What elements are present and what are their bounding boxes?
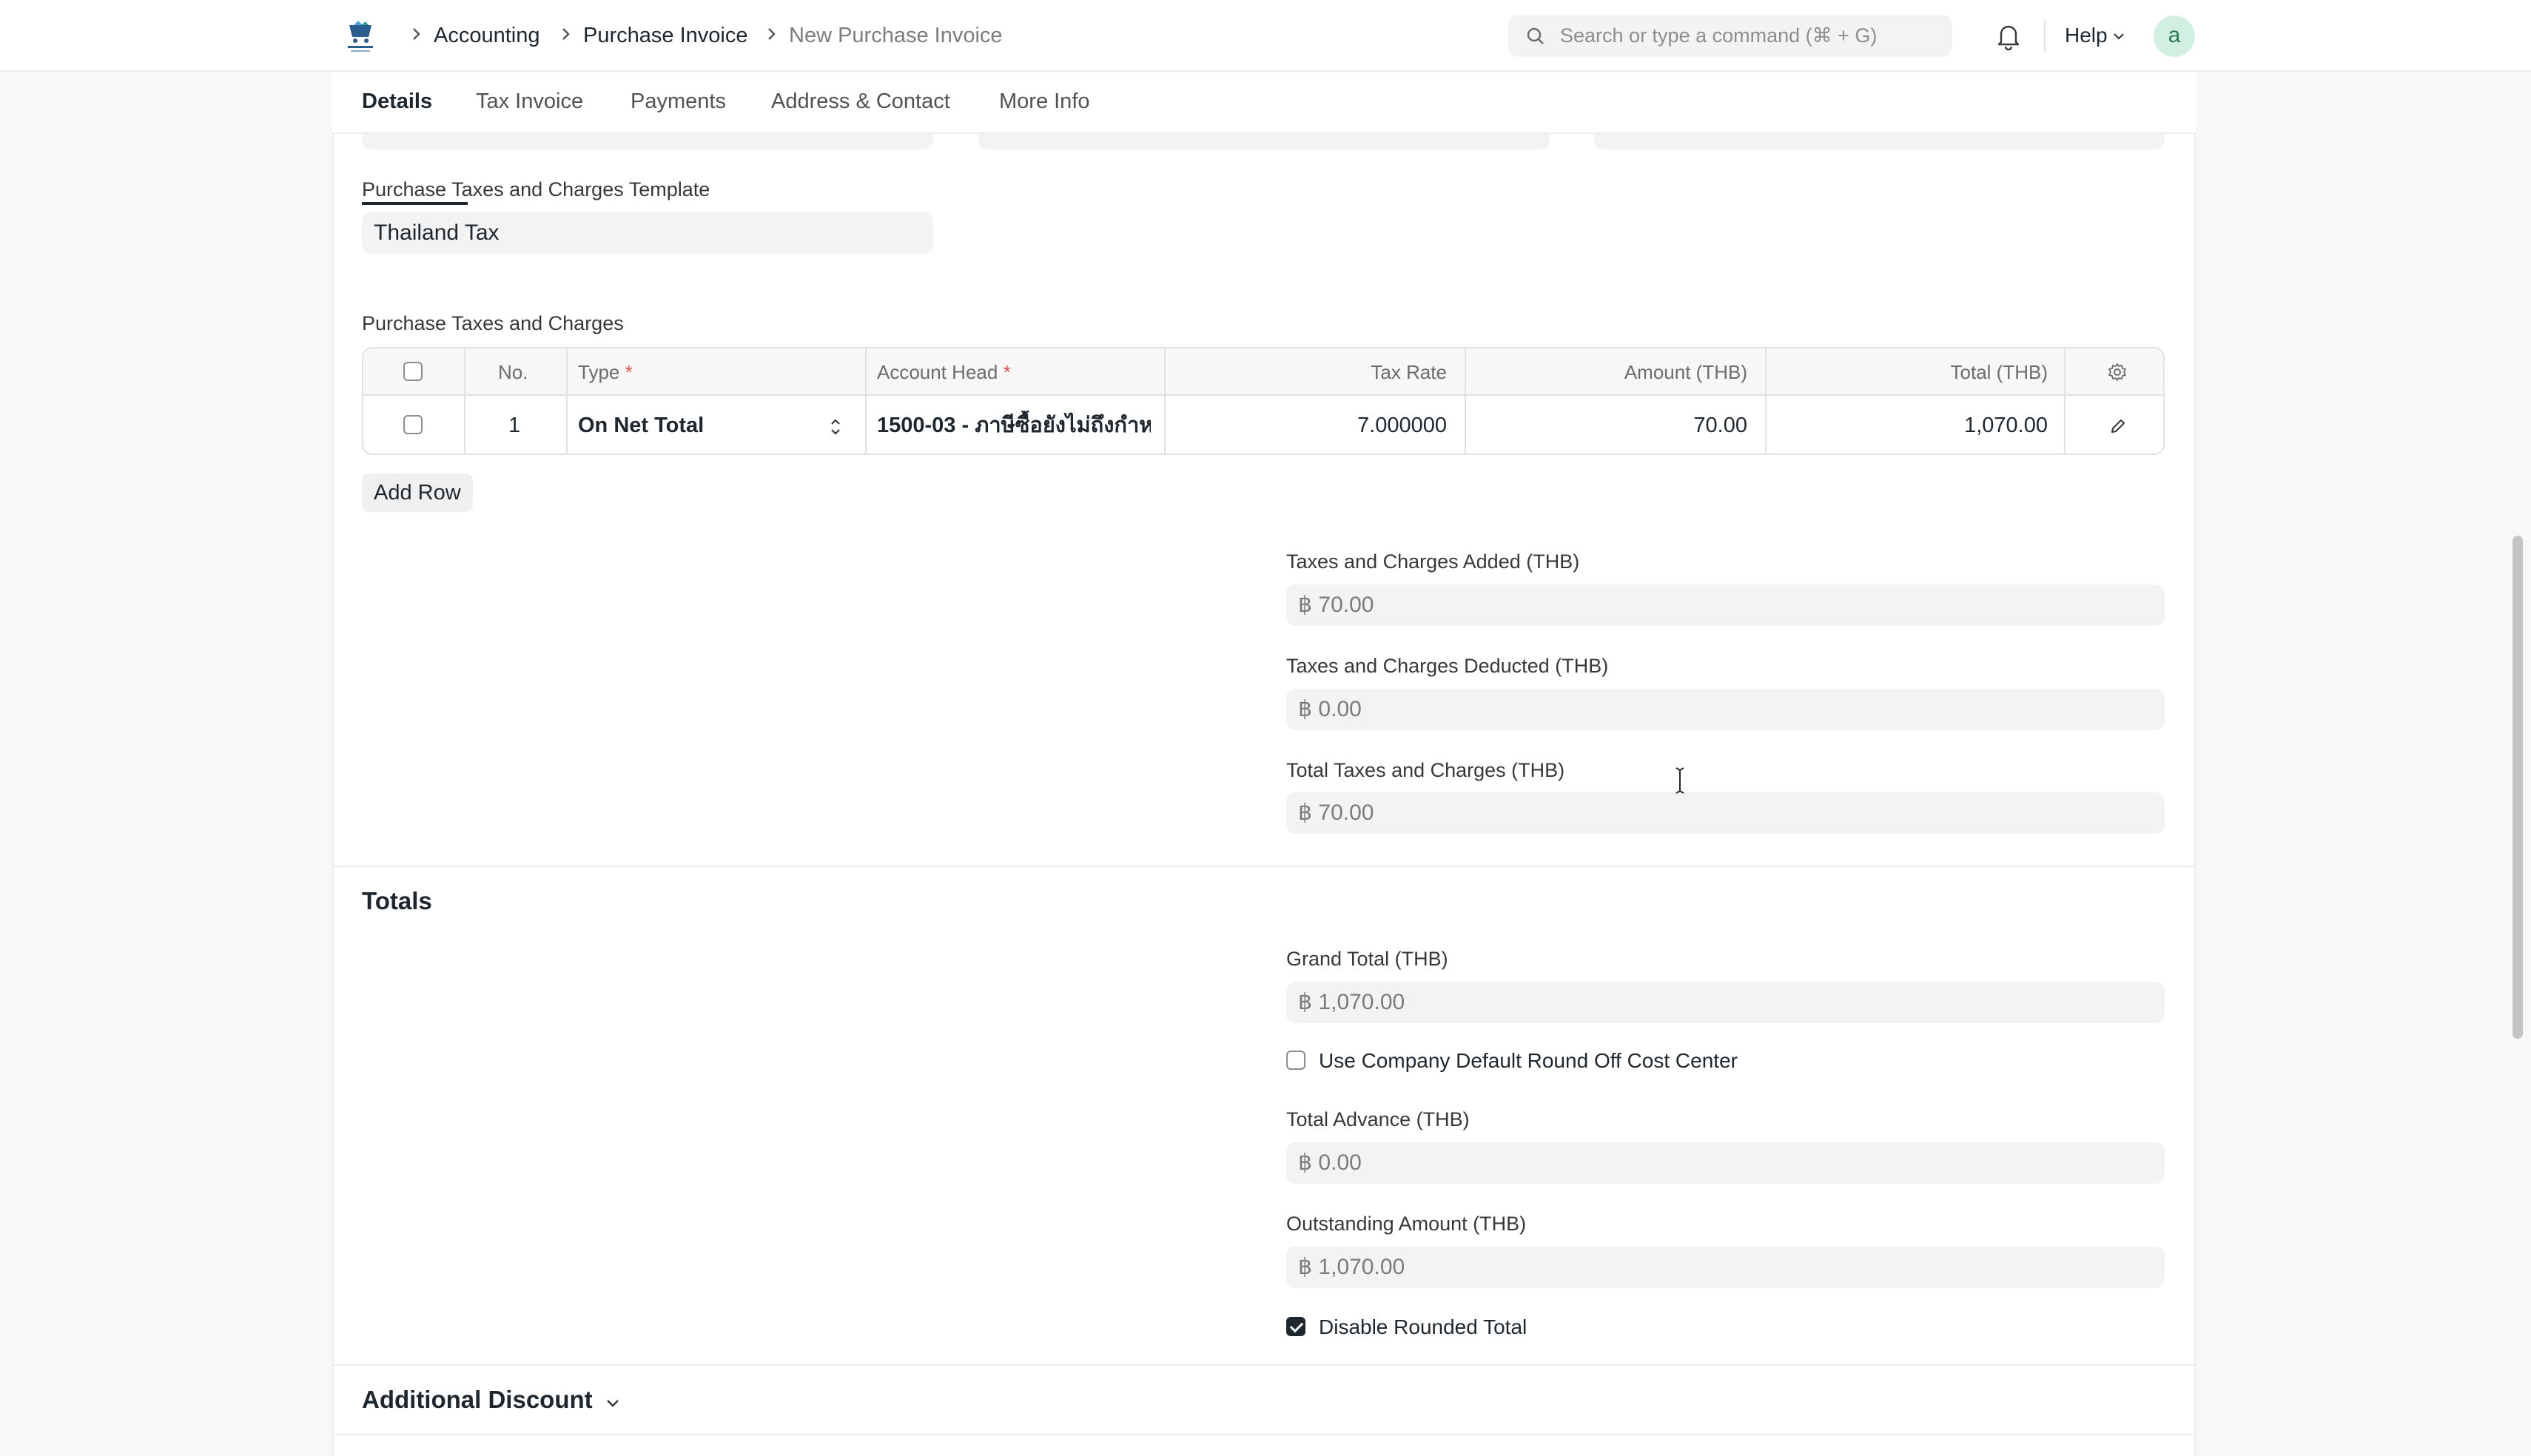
column-divider xyxy=(1765,348,1767,454)
header-type: Type * xyxy=(578,359,633,385)
column-divider xyxy=(865,348,867,454)
taxes-table-label: Purchase Taxes and Charges xyxy=(362,312,624,334)
select-arrows-icon[interactable] xyxy=(828,415,843,439)
page-scrollbar[interactable] xyxy=(2512,536,2523,1039)
taxes-deducted-field: ฿ 0.00 xyxy=(1286,689,2165,730)
totals-section-title: Totals xyxy=(362,887,432,914)
search-icon xyxy=(1527,27,1544,44)
row-select-checkbox[interactable] xyxy=(403,415,423,434)
grand-total-label: Grand Total (THB) xyxy=(1286,948,1448,970)
taxes-table: No. Type * Account Head * Tax Rate Amoun… xyxy=(362,347,2165,455)
select-all-checkbox[interactable] xyxy=(403,362,423,381)
user-avatar[interactable]: a xyxy=(2154,16,2195,57)
column-divider xyxy=(2064,348,2066,454)
search-bar[interactable] xyxy=(1508,15,1952,57)
chevron-right-icon xyxy=(413,28,420,40)
taxes-deducted-label: Taxes and Charges Deducted (THB) xyxy=(1286,655,1609,677)
total-taxes-label: Total Taxes and Charges (THB) xyxy=(1286,759,1565,781)
disable-rounded-total-checkbox[interactable] xyxy=(1286,1317,1305,1336)
section-divider xyxy=(332,1364,2196,1366)
total-advance-label: Total Advance (THB) xyxy=(1286,1108,1470,1130)
header-total: Total (THB) xyxy=(1950,361,2048,383)
active-tab-indicator xyxy=(362,202,468,205)
column-divider xyxy=(566,348,568,454)
tab-tax-invoice[interactable]: Tax Invoice xyxy=(476,87,583,116)
breadcrumb-new-purchase-invoice: New Purchase Invoice xyxy=(789,24,1003,47)
help-menu[interactable]: Help xyxy=(2065,19,2108,52)
column-divider xyxy=(1465,348,1466,454)
round-off-cost-center-label[interactable]: Use Company Default Round Off Cost Cente… xyxy=(1319,1048,1738,1074)
row-no: 1 xyxy=(508,414,521,437)
partial-field xyxy=(978,133,1550,149)
round-off-cost-center-checkbox[interactable] xyxy=(1286,1051,1305,1070)
row-account-head[interactable]: 1500-03 - ภาษีซื้อยังไม่ถึงกำห xyxy=(877,411,1151,440)
grand-total-field: ฿ 1,070.00 xyxy=(1286,982,2165,1023)
breadcrumb-accounting[interactable]: Accounting xyxy=(434,19,540,52)
text-cursor-icon xyxy=(1675,767,1684,794)
header-account-head-text: Account Head xyxy=(877,361,998,383)
section-divider xyxy=(332,1434,2196,1435)
disable-rounded-total-label[interactable]: Disable Rounded Total xyxy=(1319,1314,1527,1341)
header-tax-rate: Tax Rate xyxy=(1371,361,1447,383)
outstanding-amount-label: Outstanding Amount (THB) xyxy=(1286,1213,1527,1235)
total-advance-field: ฿ 0.00 xyxy=(1286,1142,2165,1184)
add-row-button[interactable]: Add Row xyxy=(362,473,473,512)
partial-field xyxy=(362,133,933,149)
header-type-text: Type xyxy=(578,361,620,383)
top-navbar: Accounting Purchase Invoice New Purchase… xyxy=(0,0,2531,72)
required-marker: * xyxy=(625,361,633,383)
tab-details[interactable]: Details xyxy=(362,87,432,116)
taxes-added-field: ฿ 70.00 xyxy=(1286,584,2165,626)
taxes-template-label: Purchase Taxes and Charges Template xyxy=(362,178,710,200)
tab-payments[interactable]: Payments xyxy=(631,87,726,116)
row-amount[interactable]: 70.00 xyxy=(1693,411,1747,440)
taxes-added-label: Taxes and Charges Added (THB) xyxy=(1286,550,1580,573)
taxes-template-field[interactable]: Thailand Tax xyxy=(362,212,933,254)
tab-more-info[interactable]: More Info xyxy=(999,87,1090,116)
notification-bell-icon[interactable] xyxy=(1996,22,2021,50)
header-amount: Amount (THB) xyxy=(1624,361,1747,383)
app-window: Accounting Purchase Invoice New Purchase… xyxy=(0,0,2531,1456)
tab-address-contact[interactable]: Address & Contact xyxy=(771,87,950,116)
app-logo-icon[interactable] xyxy=(342,18,379,55)
settings-gear-icon[interactable] xyxy=(2107,362,2128,382)
required-marker: * xyxy=(1003,361,1011,383)
breadcrumb-purchase-invoice[interactable]: Purchase Invoice xyxy=(583,19,747,52)
additional-discount-title[interactable]: Additional Discount xyxy=(362,1383,593,1416)
search-input[interactable] xyxy=(1560,15,1937,57)
form-tabs: Details Tax Invoice Payments Address & C… xyxy=(332,72,2196,205)
column-divider xyxy=(1164,348,1166,454)
chevron-right-icon xyxy=(562,28,570,40)
edit-pencil-icon[interactable] xyxy=(2108,417,2128,436)
partial-field xyxy=(1594,133,2165,149)
navbar-divider xyxy=(2044,19,2046,52)
table-header-row xyxy=(363,348,2163,396)
column-divider xyxy=(464,348,465,454)
outstanding-amount-field: ฿ 1,070.00 xyxy=(1286,1247,2165,1288)
section-divider xyxy=(332,866,2196,867)
header-no: No. xyxy=(498,361,528,383)
row-total: 1,070.00 xyxy=(1964,414,2048,437)
row-type-select[interactable]: On Net Total xyxy=(578,411,704,440)
header-account-head: Account Head * xyxy=(877,359,1011,385)
chevron-down-icon[interactable] xyxy=(604,1394,622,1412)
row-tax-rate[interactable]: 7.000000 xyxy=(1357,411,1447,440)
chevron-right-icon xyxy=(768,28,776,40)
chevron-down-icon[interactable] xyxy=(2111,29,2126,44)
total-taxes-field: ฿ 70.00 xyxy=(1286,792,2165,834)
